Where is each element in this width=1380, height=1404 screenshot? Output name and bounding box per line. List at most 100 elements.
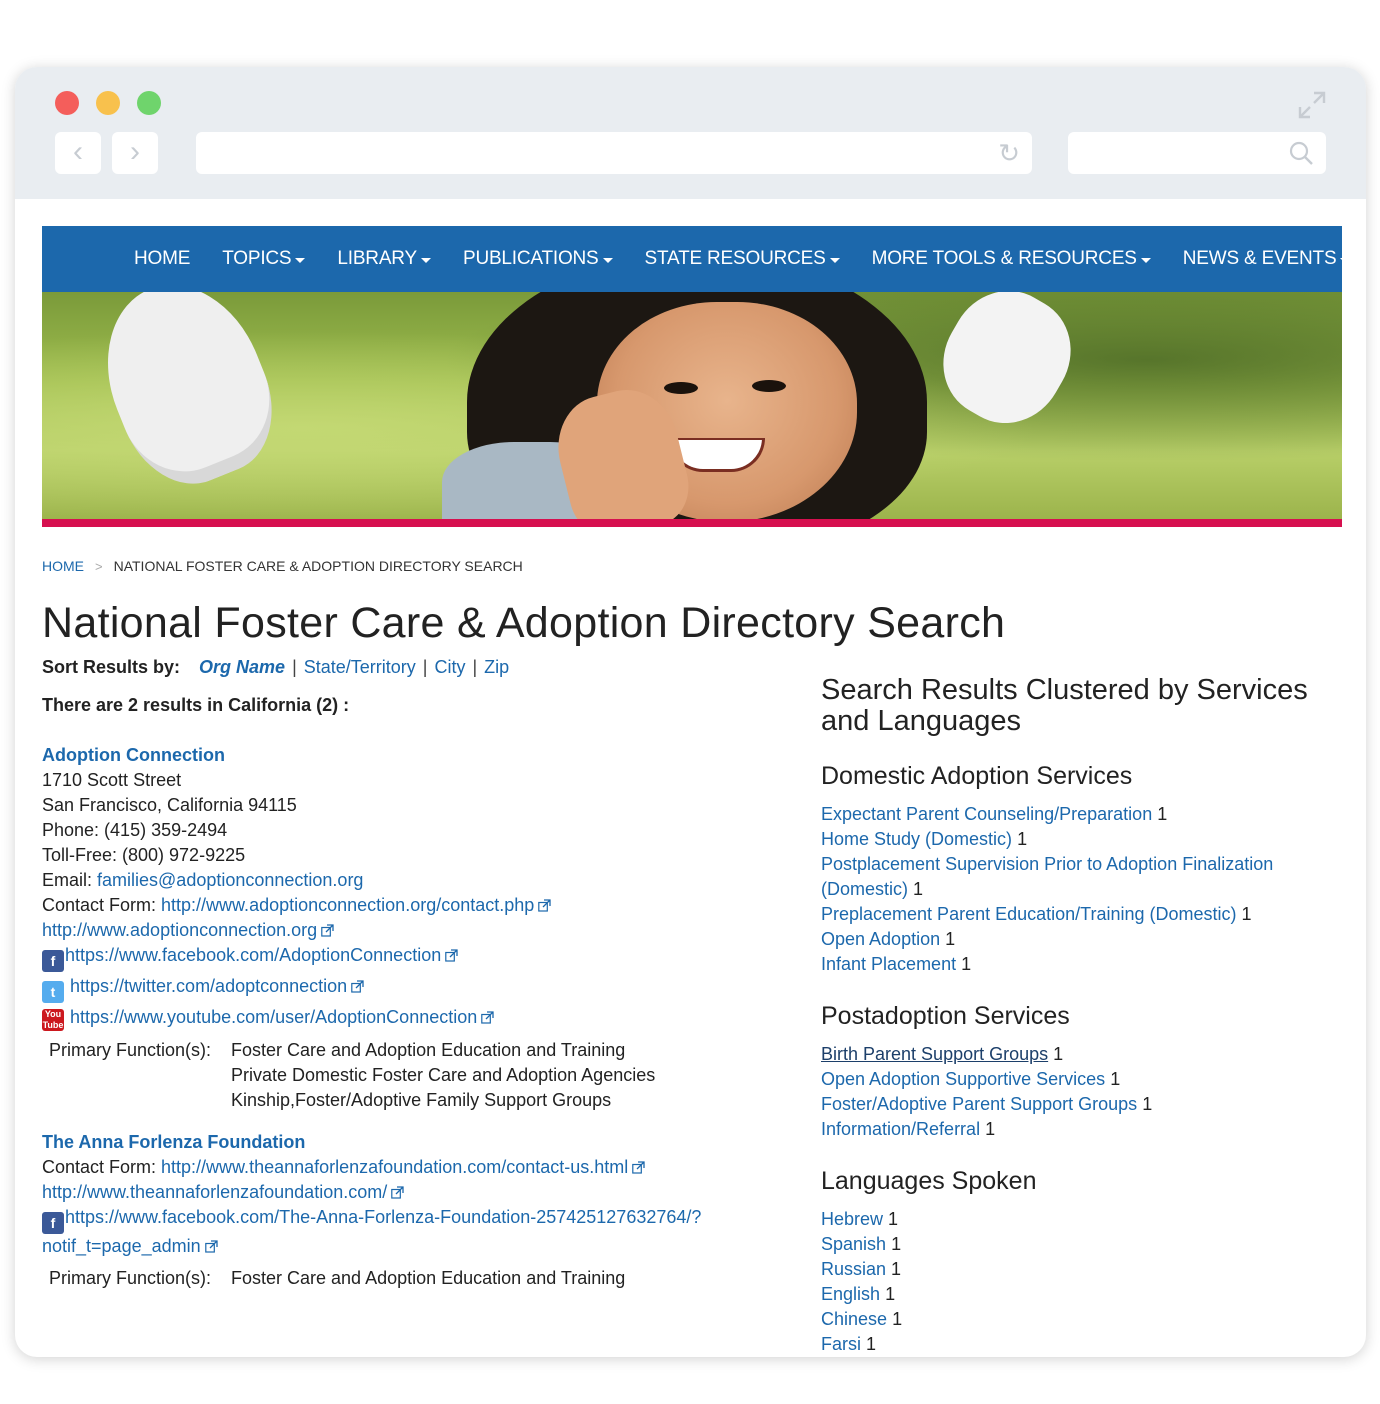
cluster-link[interactable]: Russian <box>821 1259 886 1279</box>
cluster-link[interactable]: Postplacement Supervision Prior to Adopt… <box>821 854 1273 899</box>
org-phone: Phone: (415) 359-2494 <box>42 820 228 840</box>
nav-item-label: MORE TOOLS & RESOURCES <box>871 248 1137 269</box>
main-navigation: HOME TOPICS LIBRARY PUBLICATIONS STATE R… <box>42 226 1351 292</box>
org-website-link[interactable]: http://www.theannaforlenzafoundation.com… <box>42 1182 387 1202</box>
cluster-link[interactable]: Preplacement Parent Education/Training (… <box>821 904 1237 924</box>
back-button[interactable]: ‹ <box>55 132 101 174</box>
list-item: Open Adoption Supportive Services 1 <box>821 1067 1321 1092</box>
cluster-link[interactable]: Farsi <box>821 1334 861 1354</box>
sort-label: Sort Results by: <box>42 657 181 677</box>
list-item: Expectant Parent Counseling/Preparation … <box>821 802 1321 827</box>
cluster-link[interactable]: Hebrew <box>821 1209 883 1229</box>
function-item: Foster Care and Adoption Education and T… <box>231 1040 626 1060</box>
function-item: Kinship,Foster/Adoptive Family Support G… <box>231 1090 612 1110</box>
cluster-count: 1 <box>1053 1044 1064 1064</box>
org-facebook-link[interactable]: https://www.facebook.com/The-Anna-Forlen… <box>65 1207 701 1227</box>
address-bar[interactable]: ↻ <box>196 132 1032 174</box>
browser-chrome: ‹ › ↻ <box>15 67 1366 199</box>
org-website-link[interactable]: http://www.adoptionconnection.org <box>42 920 317 940</box>
hero-eye-right <box>752 380 786 392</box>
nav-item-library[interactable]: LIBRARY <box>337 248 431 270</box>
function-item: Foster Care and Adoption Education and T… <box>231 1268 626 1288</box>
org-result-adoption-connection: Adoption Connection 1710 Scott Street Sa… <box>42 743 655 1113</box>
nav-item-home[interactable]: HOME <box>134 248 190 270</box>
browser-search-field[interactable] <box>1068 132 1326 174</box>
reload-icon[interactable]: ↻ <box>998 138 1020 169</box>
org-result-anna-forlenza: The Anna Forlenza Foundation Contact For… <box>42 1130 701 1291</box>
expand-icon[interactable] <box>1296 89 1328 121</box>
nav-item-label: HOME <box>134 248 191 269</box>
nav-item-label: NEWS & EVENTS <box>1182 248 1337 269</box>
nav-item-topics[interactable]: TOPICS <box>222 248 306 270</box>
nav-item-more-tools[interactable]: MORE TOOLS & RESOURCES <box>872 248 1151 270</box>
cluster-link[interactable]: Expectant Parent Counseling/Preparation <box>821 804 1152 824</box>
cluster-link[interactable]: Spanish <box>821 1234 886 1254</box>
breadcrumb: HOME > NATIONAL FOSTER CARE & ADOPTION D… <box>42 558 523 574</box>
list-item: Postplacement Supervision Prior to Adopt… <box>821 852 1321 902</box>
sort-zip-link[interactable]: Zip <box>484 657 509 678</box>
caret-down-icon <box>829 258 840 263</box>
sort-org-name-link[interactable]: Org Name <box>199 657 285 678</box>
list-item: Spanish 1 <box>821 1232 1321 1257</box>
cluster-count: 1 <box>1110 1069 1121 1089</box>
cluster-link[interactable]: Open Adoption <box>821 929 940 949</box>
org-contact-link[interactable]: http://www.theannaforlenzafoundation.com… <box>161 1157 628 1177</box>
external-link-icon <box>481 1011 494 1024</box>
org-facebook-link-continued[interactable]: notif_t=page_admin <box>42 1236 201 1256</box>
caret-down-icon <box>602 258 613 263</box>
org-email-link[interactable]: families@adoptionconnection.org <box>97 870 363 890</box>
org-facebook-link[interactable]: https://www.facebook.com/AdoptionConnect… <box>65 945 441 965</box>
org-name-link[interactable]: Adoption Connection <box>42 745 225 765</box>
functions-label: Primary Function(s): <box>49 1040 212 1060</box>
org-tollfree: Toll-Free: (800) 972-9225 <box>42 845 246 865</box>
close-window-button[interactable] <box>55 91 79 115</box>
cluster-link[interactable]: Information/Referral <box>821 1119 980 1139</box>
external-link-icon <box>321 924 334 937</box>
sort-separator: | <box>422 657 428 677</box>
cluster-link[interactable]: Open Adoption Supportive Services <box>821 1069 1105 1089</box>
caret-down-icon <box>1140 258 1151 263</box>
cluster-link[interactable]: Infant Placement <box>821 954 956 974</box>
external-link-icon <box>351 980 364 993</box>
nav-item-news-events[interactable]: NEWS & EVENTS <box>1183 248 1351 270</box>
cluster-link[interactable]: Chinese <box>821 1309 887 1329</box>
function-item: Private Domestic Foster Care and Adoptio… <box>231 1065 656 1085</box>
breadcrumb-current: NATIONAL FOSTER CARE & ADOPTION DIRECTOR… <box>113 558 523 574</box>
nav-item-label: STATE RESOURCES <box>644 248 826 269</box>
org-youtube-link[interactable]: https://www.youtube.com/user/AdoptionCon… <box>70 1007 477 1027</box>
cluster-link[interactable]: Home Study (Domestic) <box>821 829 1012 849</box>
cluster-count: 1 <box>891 1259 902 1279</box>
external-link-icon <box>538 899 551 912</box>
facebook-icon: f <box>42 1212 64 1234</box>
org-contact-link[interactable]: http://www.adoptionconnection.org/contac… <box>161 895 534 915</box>
cluster-link[interactable]: Birth Parent Support Groups <box>821 1044 1048 1064</box>
cluster-link[interactable]: English <box>821 1284 880 1304</box>
nav-item-publications[interactable]: PUBLICATIONS <box>463 248 613 270</box>
cluster-count: 1 <box>885 1284 896 1304</box>
sort-results-bar: Sort Results by: Org Name | State/Territ… <box>42 657 509 678</box>
search-icon[interactable] <box>1288 140 1314 166</box>
minimize-window-button[interactable] <box>96 91 120 115</box>
sort-state-link[interactable]: State/Territory <box>304 657 416 678</box>
result-count: There are 2 results in California (2) : <box>42 695 350 715</box>
maximize-window-button[interactable] <box>137 91 161 115</box>
breadcrumb-home-link[interactable]: HOME <box>42 558 84 574</box>
org-primary-functions: Primary Function(s): Foster Care and Ado… <box>42 1266 701 1291</box>
sort-city-link[interactable]: City <box>434 657 465 678</box>
cluster-list-languages: Hebrew 1 Spanish 1 Russian 1 English 1 C… <box>821 1207 1321 1357</box>
org-address-line1: 1710 Scott Street <box>42 770 182 790</box>
chevron-left-icon: ‹ <box>73 135 83 168</box>
org-contact-label: Contact Form: <box>42 1157 162 1177</box>
org-twitter-link[interactable]: https://twitter.com/adoptconnection <box>70 976 347 996</box>
nav-item-state-resources[interactable]: STATE RESOURCES <box>645 248 840 270</box>
list-item: Home Study (Domestic) 1 <box>821 827 1321 852</box>
hero-banner-image <box>42 292 1342 527</box>
forward-button[interactable]: › <box>112 132 158 174</box>
clustered-results-panel: Search Results Clustered by Services and… <box>821 675 1321 1357</box>
list-item: Open Adoption 1 <box>821 927 1321 952</box>
browser-window: ‹ › ↻ HOME TOPICS LIBRARY PUBLICATIONS S… <box>15 67 1366 1357</box>
hero-eye-left <box>664 382 698 394</box>
cluster-link[interactable]: Foster/Adoptive Parent Support Groups <box>821 1094 1137 1114</box>
org-name-link[interactable]: The Anna Forlenza Foundation <box>42 1132 305 1152</box>
page-title: National Foster Care & Adoption Director… <box>42 599 1006 647</box>
